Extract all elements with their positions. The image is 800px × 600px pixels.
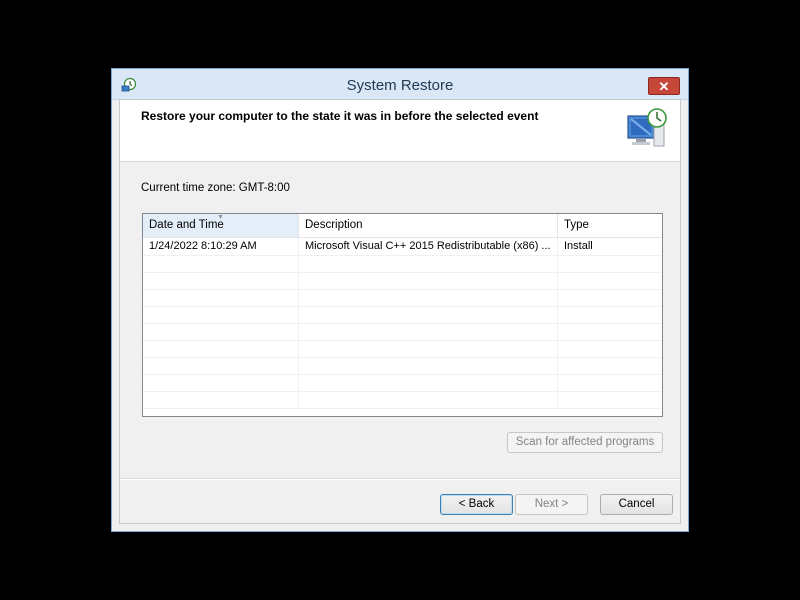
sort-ascending-icon: ▼ (217, 214, 224, 221)
empty-row (143, 306, 662, 324)
close-button[interactable]: ✕ (648, 77, 680, 95)
restore-point-row[interactable]: 1/24/2022 8:10:29 AM Microsoft Visual C+… (143, 238, 662, 256)
empty-row (143, 255, 662, 273)
column-header-description[interactable]: Description (299, 214, 558, 237)
column-header-label: Type (564, 219, 589, 231)
list-header: Date and Time ▼ Description Type (143, 214, 662, 238)
empty-row (143, 340, 662, 358)
page-instruction: Restore your computer to the state it wa… (141, 109, 539, 123)
column-header-date-and-time[interactable]: Date and Time ▼ (143, 214, 299, 237)
current-time-zone: Current time zone: GMT-8:00 (141, 182, 290, 194)
header-band: Restore your computer to the state it wa… (120, 100, 680, 162)
empty-row (143, 323, 662, 341)
title-bar[interactable]: System Restore ✕ (112, 69, 688, 100)
system-restore-window: System Restore ✕ Restore your computer t… (111, 68, 689, 532)
cell-date-time: 1/24/2022 8:10:29 AM (143, 238, 299, 255)
cancel-button[interactable]: Cancel (600, 494, 673, 515)
column-header-label: Description (305, 219, 363, 231)
restore-points-list[interactable]: Date and Time ▼ Description Type 1/24/20… (142, 213, 663, 417)
empty-row (143, 289, 662, 307)
window-title: System Restore (346, 77, 454, 94)
cell-description: Microsoft Visual C++ 2015 Redistributabl… (299, 238, 558, 255)
cell-type: Install (564, 240, 593, 252)
column-header-type[interactable]: Type (558, 214, 662, 237)
column-header-label: Date and Time (149, 219, 224, 231)
dialog-body: Restore your computer to the state it wa… (119, 99, 681, 524)
scan-affected-programs-button[interactable]: Scan for affected programs (507, 432, 663, 453)
system-restore-monitor-icon (627, 108, 667, 147)
empty-row (143, 391, 662, 409)
empty-row (143, 357, 662, 375)
back-button[interactable]: < Back (440, 494, 513, 515)
empty-row (143, 374, 662, 392)
next-button[interactable]: Next > (515, 494, 588, 515)
empty-row (143, 272, 662, 290)
